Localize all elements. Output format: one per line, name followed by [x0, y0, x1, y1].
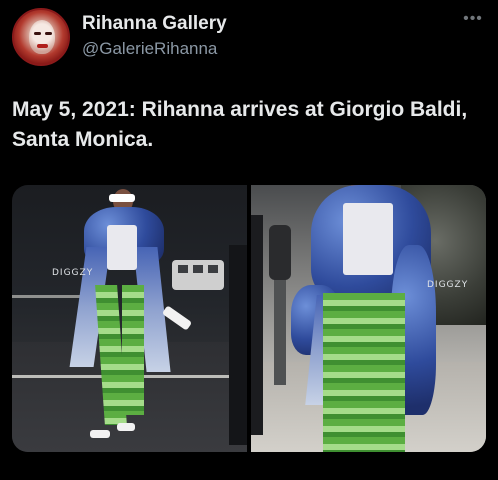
photo-left[interactable]: DIGGZY: [12, 185, 247, 452]
sunglasses: [109, 194, 135, 202]
white-heel: [90, 430, 110, 438]
user-handle[interactable]: @GalerieRihanna: [82, 38, 227, 60]
white-top: [343, 203, 393, 275]
parking-meter: [269, 225, 291, 280]
author-names: Rihanna Gallery @GalerieRihanna: [82, 13, 227, 60]
media-grid: DIGGZY DIGGZY: [12, 185, 486, 452]
parked-vehicle: [172, 260, 224, 290]
avatar-face: [29, 20, 55, 54]
avatar[interactable]: [12, 8, 70, 66]
more-horizontal-icon[interactable]: •••: [462, 11, 484, 27]
display-name[interactable]: Rihanna Gallery: [82, 13, 227, 35]
avatar-eye: [45, 32, 52, 35]
clutch-bag: [161, 305, 193, 331]
green-pants: [122, 285, 144, 415]
photo-right[interactable]: DIGGZY: [251, 185, 486, 452]
vehicle-window: [178, 265, 188, 273]
parked-car: [229, 245, 247, 445]
white-top: [107, 225, 137, 270]
vehicle-window: [208, 265, 218, 273]
watermark: DIGGZY: [427, 280, 469, 290]
post-text: May 5, 2021: Rihanna arrives at Giorgio …: [12, 98, 468, 151]
green-pants: [363, 293, 405, 452]
vehicle-window: [193, 265, 203, 273]
watermark: DIGGZY: [52, 268, 94, 278]
parked-car: [251, 215, 263, 435]
avatar-eye: [34, 32, 41, 35]
avatar-lips: [37, 44, 48, 48]
post-header: Rihanna Gallery @GalerieRihanna •••: [12, 8, 486, 68]
white-heel: [117, 423, 135, 431]
